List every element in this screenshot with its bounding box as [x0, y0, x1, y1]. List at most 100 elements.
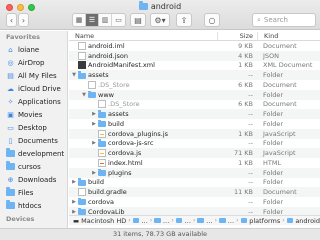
- folder-row[interactable]: ▼ www -- Folder: [69, 89, 320, 100]
- disclosure-expanded-icon[interactable]: ▼: [71, 72, 77, 78]
- disclosure-expanded-icon[interactable]: ▼: [81, 92, 87, 98]
- folder-row[interactable]: ▼ assets -- Folder: [69, 70, 320, 80]
- disclosure-collapsed-icon[interactable]: ▶: [71, 199, 77, 205]
- sidebar-item-desktop[interactable]: ▭ Desktop: [0, 121, 67, 134]
- file-kind: Folder: [263, 90, 284, 99]
- path-segment-ellipsis[interactable]: …: [163, 217, 170, 225]
- sidebar: Favorites ⌂ loiane ◎ AirDrop ▤ All My Files…: [0, 31, 68, 228]
- folder-row[interactable]: ▶ cordova -- Folder: [69, 197, 320, 207]
- sidebar-item-icloud-drive[interactable]: ☁ iCloud Drive: [0, 82, 67, 95]
- folder-icon: [6, 187, 15, 196]
- path-segment-platforms[interactable]: platforms: [249, 217, 280, 225]
- movies-icon: ▣: [7, 110, 14, 119]
- path-segment-ellipsis[interactable]: …: [184, 217, 191, 225]
- file-row[interactable]: build.gradle 11 KB Document: [69, 187, 320, 197]
- file-list: Name Size Kind android.iml 9 KB Document a…: [69, 31, 320, 228]
- sidebar-item-files[interactable]: Files: [0, 186, 67, 199]
- file-name: cordova: [88, 197, 115, 206]
- sidebar-item-label: Documents: [18, 136, 58, 145]
- file-rows: android.iml 9 KB Document android.json 4 KB…: [69, 41, 320, 217]
- sidebar-item-airdrop[interactable]: ◎ AirDrop: [0, 56, 67, 69]
- file-row[interactable]: android.iml 9 KB Document: [69, 41, 320, 51]
- folder-icon: [6, 161, 15, 170]
- file-row[interactable]: .DS_Store 6 KB Document: [69, 100, 320, 110]
- folder-row[interactable]: ▶ cordova-js-src -- Folder: [69, 139, 320, 149]
- path-segment-ellipsis[interactable]: …: [228, 217, 235, 225]
- forward-button[interactable]: ›: [18, 13, 29, 27]
- file-row[interactable]: index.html 1 KB HTML: [69, 158, 320, 168]
- path-segment-ellipsis[interactable]: …: [141, 217, 148, 225]
- disclosure-collapsed-icon[interactable]: ▶: [71, 209, 77, 215]
- folder-icon: [132, 218, 140, 223]
- file-row[interactable]: cordova_plugins.js 1 KB JavaScript: [69, 128, 320, 139]
- file-size: 6 KB: [238, 100, 253, 109]
- search-field[interactable]: ⌕ Search: [252, 13, 316, 27]
- folder-row[interactable]: ▶ plugins -- Folder: [69, 167, 320, 178]
- folder-row[interactable]: ▶ build -- Folder: [69, 119, 320, 129]
- folder-row[interactable]: ▶ build -- Folder: [69, 178, 320, 188]
- sidebar-item-htdocs[interactable]: htdocs: [0, 199, 67, 212]
- window-title-label: android: [150, 2, 182, 11]
- file-name: .DS_Store: [108, 100, 140, 109]
- column-view-button[interactable]: ▥: [99, 14, 112, 26]
- disclosure-collapsed-icon[interactable]: ▶: [91, 140, 97, 146]
- sidebar-item-label: Applications: [18, 97, 61, 106]
- sidebar-item-all-my-files[interactable]: ▤ All My Files: [0, 69, 67, 82]
- sidebar-item-downloads[interactable]: ⊕ Downloads: [0, 173, 67, 186]
- action-menu-button[interactable]: ⚙▾: [150, 13, 170, 27]
- sidebar-heading-devices: Devices: [6, 215, 35, 223]
- file-row[interactable]: cordova.js 71 KB JavaScript: [69, 148, 320, 158]
- sidebar-item-movies[interactable]: ▣ Movies: [0, 108, 67, 121]
- tags-button[interactable]: ○: [204, 13, 220, 27]
- file-row[interactable]: android.json 4 KB JSON: [69, 50, 320, 61]
- gallery-view-button[interactable]: ▭: [112, 14, 125, 26]
- file-name: AndroidManifest.xml: [88, 61, 155, 70]
- disclosure-collapsed-icon[interactable]: ▶: [91, 170, 97, 176]
- icon-view-button[interactable]: ▦: [73, 14, 86, 26]
- folder-icon: [286, 218, 294, 223]
- sidebar-item-cursos[interactable]: cursos: [0, 160, 67, 173]
- disclosure-collapsed-icon[interactable]: ▶: [91, 121, 97, 127]
- path-separator-icon: ›: [236, 217, 239, 224]
- path-segment-ellipsis[interactable]: …: [206, 217, 213, 225]
- file-size: --: [248, 197, 253, 206]
- file-kind: Document: [263, 188, 297, 197]
- file-name: plugins: [108, 168, 132, 177]
- file-row[interactable]: AndroidManifest.xml 1 KB XML Document: [69, 61, 320, 71]
- file-name: android.json: [88, 51, 129, 60]
- airdrop-icon: ◎: [7, 58, 14, 67]
- disclosure-collapsed-icon[interactable]: ▶: [71, 179, 77, 185]
- column-name-header[interactable]: Name: [69, 32, 217, 40]
- path-segment-drive[interactable]: Macintosh HD: [81, 217, 126, 225]
- arrange-button[interactable]: ▤: [130, 13, 146, 27]
- file-kind: Document: [263, 100, 297, 109]
- column-size-header[interactable]: Size: [217, 31, 257, 40]
- javascript-file-icon: [98, 129, 106, 138]
- desktop-icon: ▭: [7, 123, 14, 132]
- file-name: index.html: [108, 158, 143, 167]
- downloads-icon: ⊕: [7, 175, 14, 184]
- list-view-button[interactable]: ☰: [86, 14, 99, 26]
- folder-icon: [78, 178, 86, 186]
- sidebar-item-loiane[interactable]: ⌂ loiane: [0, 43, 67, 56]
- file-name: cordova-js-src: [108, 139, 154, 148]
- file-kind: Folder: [263, 119, 284, 128]
- share-button[interactable]: ⇪: [176, 13, 192, 27]
- file-size: --: [248, 90, 253, 99]
- folder-icon: [218, 218, 226, 223]
- sidebar-item-label: Downloads: [18, 175, 57, 184]
- file-row[interactable]: .DS_Store 6 KB Document: [69, 80, 320, 90]
- file-kind: Folder: [263, 168, 284, 177]
- folder-row[interactable]: ▶ assets -- Folder: [69, 109, 320, 119]
- folder-icon: [6, 200, 15, 209]
- column-header: Name Size Kind: [69, 31, 320, 41]
- disclosure-collapsed-icon[interactable]: ▶: [91, 111, 97, 117]
- sidebar-item-documents[interactable]: ▯ Documents: [0, 134, 67, 147]
- back-button[interactable]: ‹: [6, 13, 17, 27]
- column-kind-header[interactable]: Kind: [257, 31, 320, 40]
- sidebar-item-label: Movies: [18, 110, 43, 119]
- path-segment-current[interactable]: android: [295, 217, 320, 225]
- sidebar-heading-favorites: Favorites: [6, 33, 40, 41]
- sidebar-item-development[interactable]: development: [0, 147, 67, 160]
- sidebar-item-applications[interactable]: ✧ Applications: [0, 95, 67, 108]
